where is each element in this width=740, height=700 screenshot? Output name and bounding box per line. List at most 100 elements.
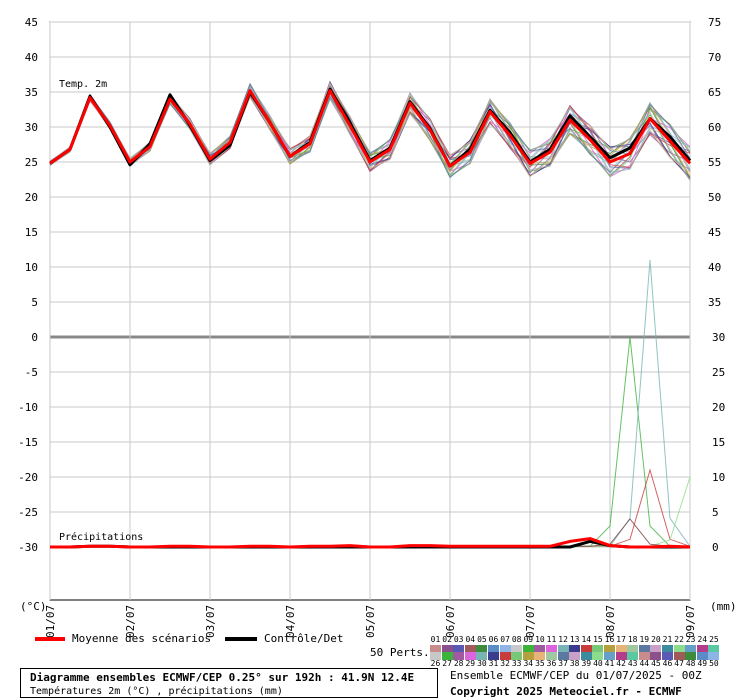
x-tick-label: 07/07 xyxy=(524,605,537,638)
pert-number: 25 xyxy=(709,635,719,644)
pert-number: 11 xyxy=(546,635,557,644)
pert-number: 07 xyxy=(500,635,510,644)
pert-number: 45 xyxy=(651,659,661,668)
right-tick-label: 65 xyxy=(708,86,721,99)
pert-number: 39 xyxy=(581,659,592,668)
left-unit-label: (°C) xyxy=(20,600,47,613)
pert-number: 22 xyxy=(674,635,684,644)
right-tick-label: 10 xyxy=(712,471,725,484)
tick-labels: 454035302520151050-5-10-15-20-25-3075706… xyxy=(18,16,725,638)
left-tick-label: 25 xyxy=(25,156,38,169)
right-tick-label: 60 xyxy=(708,121,721,134)
temp-label: Temp. 2m xyxy=(59,79,107,90)
footer-title: Diagramme ensembles ECMWF/CEP 0.25° sur … xyxy=(30,671,415,684)
pert-number: 24 xyxy=(697,635,708,644)
pert-number: 49 xyxy=(697,659,708,668)
right-tick-label: 5 xyxy=(712,506,719,519)
pert-number: 15 xyxy=(593,635,603,644)
left-tick-label: 35 xyxy=(25,86,38,99)
left-tick-label: 45 xyxy=(25,16,38,29)
pert-number: 35 xyxy=(535,659,545,668)
pert-number: 26 xyxy=(430,659,441,668)
pert-number: 16 xyxy=(604,635,615,644)
pert-number: 19 xyxy=(639,635,650,644)
pert-number: 34 xyxy=(523,659,534,668)
pert-number: 33 xyxy=(511,659,522,668)
left-tick-label: 10 xyxy=(25,261,38,274)
pert-number: 36 xyxy=(546,659,557,668)
pert-number: 04 xyxy=(465,635,476,644)
right-tick-label: 40 xyxy=(708,261,721,274)
pert-number: 46 xyxy=(662,659,673,668)
right-tick-label: 0 xyxy=(712,541,719,554)
pert-number: 21 xyxy=(662,635,673,644)
pert-number: 29 xyxy=(465,659,476,668)
left-tick-label: -25 xyxy=(18,506,38,519)
right-tick-label: 50 xyxy=(708,191,721,204)
pert-number: 13 xyxy=(569,635,580,644)
legend-mean-swatch xyxy=(35,637,65,641)
left-tick-label: 40 xyxy=(25,51,38,64)
left-tick-label: -20 xyxy=(18,471,38,484)
right-tick-label: 15 xyxy=(712,436,725,449)
pert-number: 20 xyxy=(651,635,661,644)
legend-mean-label: Moyenne des scénarios xyxy=(72,632,212,645)
legend-perts-label: 50 Perts. xyxy=(370,646,430,659)
footer-subtitle: Températures 2m (°C) , précipitations (m… xyxy=(30,686,283,697)
left-tick-label: 20 xyxy=(25,191,38,204)
legend-control-swatch xyxy=(225,637,257,641)
pert-number: 40 xyxy=(593,659,603,668)
pert-number: 44 xyxy=(639,659,650,668)
pert-number: 14 xyxy=(581,635,592,644)
right-unit-label: (mm) xyxy=(710,600,737,613)
right-tick-label: 25 xyxy=(712,366,725,379)
grid xyxy=(49,21,691,601)
left-tick-label: -10 xyxy=(18,401,38,414)
left-tick-label: -30 xyxy=(18,541,38,554)
x-tick-label: 06/07 xyxy=(444,605,457,638)
legend-control-label: Contrôle/Det xyxy=(264,632,344,645)
ensemble-info: Ensemble ECMWF/CEP du 01/07/2025 - 00Z xyxy=(450,669,702,682)
pert-number: 03 xyxy=(453,635,464,644)
x-tick-label: 08/07 xyxy=(604,605,617,638)
pert-number: 41 xyxy=(604,659,615,668)
pert-number: 02 xyxy=(442,635,452,644)
pert-number: 05 xyxy=(477,635,487,644)
pert-number: 42 xyxy=(616,659,626,668)
pert-number: 06 xyxy=(488,635,499,644)
pert-number: 23 xyxy=(685,635,696,644)
pert-number: 30 xyxy=(477,659,487,668)
pert-number: 17 xyxy=(616,635,626,644)
pert-number: 47 xyxy=(674,659,684,668)
pert-number: 08 xyxy=(511,635,522,644)
pert-number: 12 xyxy=(558,635,568,644)
left-tick-label: 0 xyxy=(31,331,38,344)
pert-number: 43 xyxy=(627,659,638,668)
copyright: Copyright 2025 Meteociel.fr - ECMWF xyxy=(450,685,682,698)
pert-number: 18 xyxy=(627,635,638,644)
pert-number: 31 xyxy=(488,659,499,668)
right-tick-label: 70 xyxy=(708,51,721,64)
left-tick-label: 5 xyxy=(31,296,38,309)
pert-number: 27 xyxy=(442,659,452,668)
pert-number: 32 xyxy=(500,659,510,668)
pert-number: 37 xyxy=(558,659,568,668)
left-tick-label: -5 xyxy=(25,366,38,379)
right-tick-label: 55 xyxy=(708,156,721,169)
pert-number: 50 xyxy=(709,659,719,668)
pert-number: 28 xyxy=(453,659,464,668)
ensemble-chart: 454035302520151050-5-10-15-20-25-3075706… xyxy=(18,16,737,638)
pert-number: 48 xyxy=(685,659,696,668)
right-tick-label: 20 xyxy=(712,401,725,414)
precip-label: Précipitations xyxy=(59,531,143,543)
x-tick-label: 09/07 xyxy=(684,605,697,638)
pert-number: 38 xyxy=(569,659,580,668)
right-tick-label: 75 xyxy=(708,16,721,29)
left-tick-label: -15 xyxy=(18,436,38,449)
pert-number: 01 xyxy=(430,635,441,644)
right-tick-label: 35 xyxy=(708,296,721,309)
right-tick-label: 45 xyxy=(708,226,721,239)
left-tick-label: 15 xyxy=(25,226,38,239)
right-tick-label: 30 xyxy=(712,331,725,344)
left-tick-label: 30 xyxy=(25,121,38,134)
